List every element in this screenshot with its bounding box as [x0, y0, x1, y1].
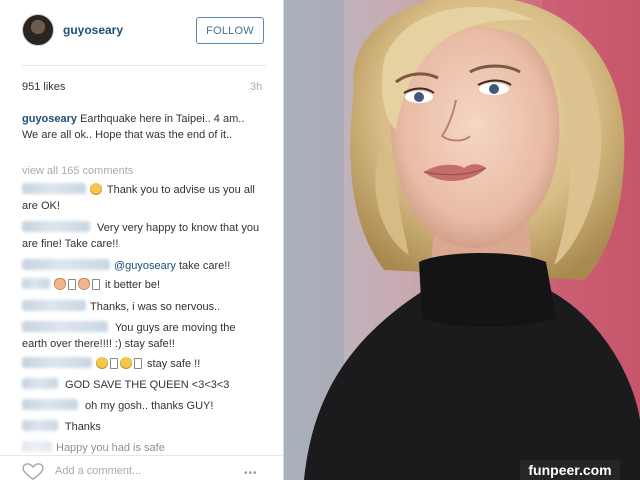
comment: it better be!	[22, 277, 262, 293]
instagram-post-panel: guyoseary FOLLOW 951 likes 3h guyoseary …	[0, 0, 284, 480]
comment-text: it better be!	[102, 279, 161, 291]
face-emoji-icon	[90, 183, 102, 195]
blurred-username	[22, 300, 86, 311]
caption-username[interactable]: guyoseary	[22, 113, 77, 125]
comment: Thanks	[22, 419, 262, 435]
comment-text: GOD SAVE THE QUEEN <3<3<3	[62, 379, 230, 391]
comment: You guys are moving the earth over there…	[22, 320, 262, 352]
blurred-username	[22, 278, 50, 289]
comment-text: Happy you had is safe	[56, 442, 165, 454]
comment: GOD SAVE THE QUEEN <3<3<3	[22, 377, 262, 393]
watermark: funpeer.com	[520, 460, 620, 480]
clapping-emoji-icon	[54, 278, 66, 290]
blurred-username	[22, 399, 78, 410]
fearful-face-emoji-icon	[96, 357, 108, 369]
follow-button[interactable]: FOLLOW	[196, 17, 264, 44]
blurred-username	[22, 183, 86, 194]
celebrity-photo	[284, 0, 640, 480]
missing-glyph-icon	[68, 279, 76, 290]
blurred-username	[22, 420, 58, 431]
missing-glyph-icon	[134, 358, 142, 369]
comment: Very very happy to know that you are fin…	[22, 220, 262, 252]
missing-glyph-icon	[92, 279, 100, 290]
post-username[interactable]: guyoseary	[63, 23, 123, 37]
comment: @guyoseary take care!!	[22, 258, 262, 274]
likes-count[interactable]: 951 likes	[22, 81, 65, 93]
post-header: guyoseary FOLLOW	[0, 0, 283, 62]
comment: stay safe !!	[22, 356, 262, 372]
blurred-username	[22, 259, 110, 270]
avatar[interactable]	[22, 14, 54, 46]
comment-mention[interactable]: @guyoseary	[114, 260, 176, 272]
blurred-username	[22, 441, 52, 452]
fearful-face-emoji-icon	[120, 357, 132, 369]
comment-text: Thanks, i was so nervous..	[90, 301, 221, 313]
header-divider	[22, 65, 266, 66]
comment-bar: •••	[0, 455, 283, 480]
post-timestamp: 3h	[250, 81, 263, 93]
comment: oh my gosh.. thanks GUY!	[22, 398, 262, 414]
heart-icon[interactable]	[22, 463, 44, 480]
comment: Happy you had is safe	[22, 440, 262, 456]
comment-text: oh my gosh.. thanks GUY!	[82, 400, 214, 412]
missing-glyph-icon	[110, 358, 118, 369]
comment: Thanks, i was so nervous..	[22, 299, 262, 315]
comment: Thank you to advise us you all are OK!	[22, 182, 262, 214]
comment-text: Thanks	[62, 421, 101, 433]
blurred-username	[22, 221, 90, 232]
post-caption: guyoseary Earthquake here in Taipei.. 4 …	[22, 111, 262, 143]
clapping-emoji-icon	[78, 278, 90, 290]
blurred-username	[22, 378, 58, 389]
portrait-image	[284, 0, 640, 480]
blurred-username	[22, 357, 92, 368]
comment-text: take care!!	[175, 260, 231, 272]
add-comment-input[interactable]	[55, 465, 225, 477]
view-all-comments-link[interactable]: view all 165 comments	[22, 165, 133, 177]
ellipsis-icon[interactable]: •••	[244, 468, 258, 479]
comment-text: stay safe !!	[144, 358, 201, 370]
blurred-username	[22, 321, 108, 332]
